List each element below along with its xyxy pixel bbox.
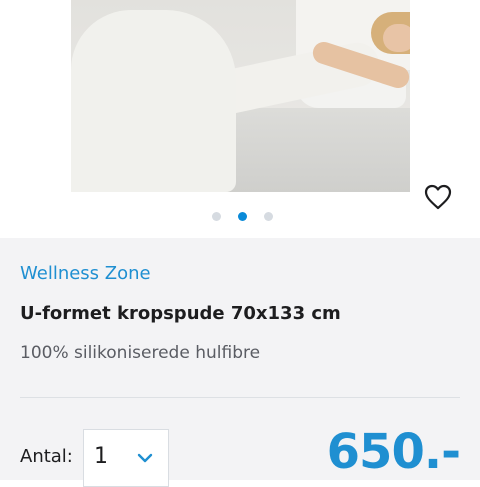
heart-icon	[424, 184, 452, 210]
brand-link[interactable]: Wellness Zone	[20, 263, 151, 284]
product-price: 650.-	[326, 424, 461, 480]
product-image[interactable]	[71, 0, 410, 192]
quantity-value: 1	[94, 444, 108, 469]
product-title: U-formet kropspude 70x133 cm	[20, 303, 341, 324]
gallery-dot[interactable]	[238, 212, 247, 221]
gallery-dot[interactable]	[212, 212, 221, 221]
product-gallery[interactable]	[0, 0, 480, 238]
wishlist-button[interactable]	[422, 181, 454, 213]
photo-duvet	[71, 10, 236, 192]
product-subtitle: 100% silikoniserede hulfibre	[20, 343, 261, 363]
quantity-select[interactable]: 1	[83, 429, 169, 487]
photo-person-face	[383, 24, 410, 52]
gallery-pagination	[212, 212, 273, 221]
gallery-dot[interactable]	[264, 212, 273, 221]
quantity-label: Antal:	[20, 446, 73, 467]
divider	[20, 397, 460, 398]
chevron-down-icon	[134, 447, 156, 469]
